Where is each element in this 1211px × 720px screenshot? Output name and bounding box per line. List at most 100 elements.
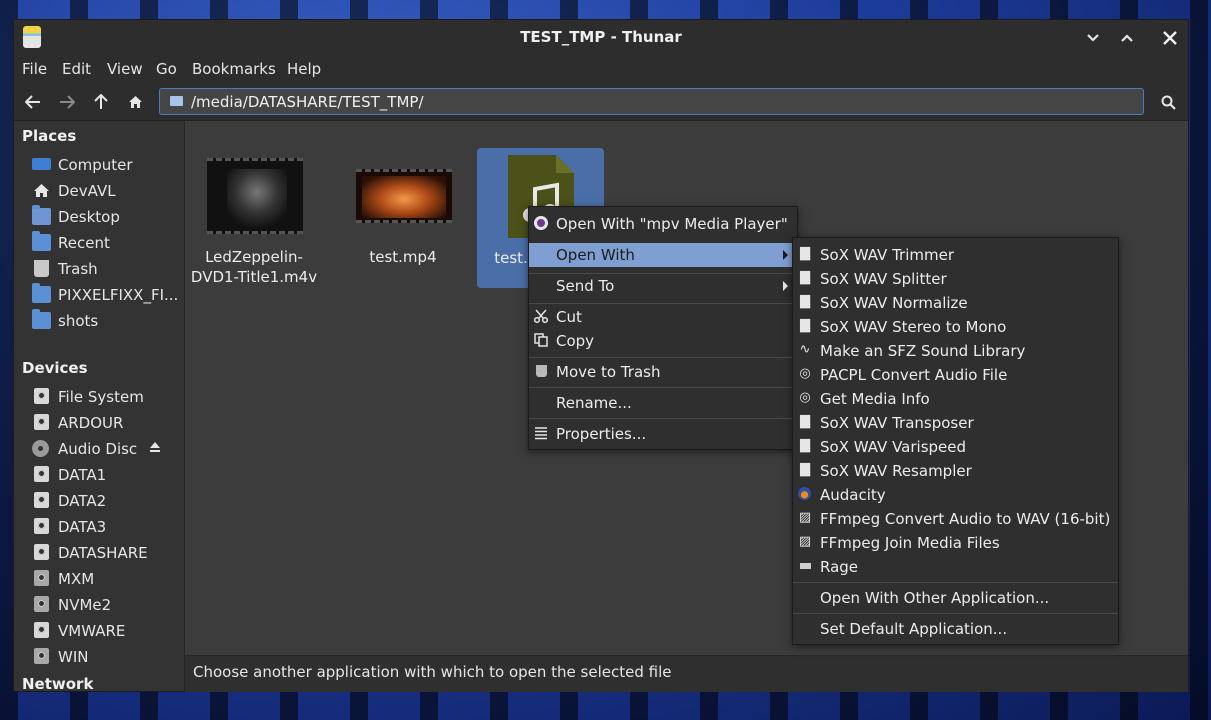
sox-icon: ▇ bbox=[800, 318, 810, 333]
menu-item-open-with-other[interactable]: Open With Other Application... bbox=[793, 586, 1118, 610]
menu-item-sox-wav-normalize[interactable]: ▇ SoX WAV Normalize bbox=[793, 291, 1118, 315]
menu-item-label: Make an SFZ Sound Library bbox=[820, 342, 1026, 360]
menu-item-sox-wav-varispeed[interactable]: ▇ SoX WAV Varispeed bbox=[793, 435, 1118, 459]
menu-item-cut[interactable]: Cut bbox=[529, 305, 797, 329]
sidebar-item-file-system[interactable]: File System bbox=[32, 385, 182, 409]
sidebar-item-data1[interactable]: DATA1 bbox=[32, 463, 182, 487]
folder-icon bbox=[32, 309, 51, 329]
drive-icon bbox=[34, 596, 49, 612]
menu-item-sox-wav-transposer[interactable]: ▇ SoX WAV Transposer bbox=[793, 411, 1118, 435]
sidebar-item-audio-disc[interactable]: Audio Disc bbox=[32, 437, 182, 461]
menu-file[interactable]: File bbox=[22, 60, 47, 78]
close-button[interactable] bbox=[1158, 26, 1182, 50]
menu-item-label: Open With bbox=[556, 246, 635, 264]
menu-item-label: Get Media Info bbox=[820, 390, 930, 408]
trash-icon bbox=[34, 260, 49, 277]
menu-item-audacity[interactable]: Audacity bbox=[793, 483, 1118, 507]
menu-item-label: Properties... bbox=[556, 425, 647, 443]
menu-item-label: SoX WAV Resampler bbox=[820, 462, 972, 480]
menu-item-ffmpeg-join[interactable]: ▨ FFmpeg Join Media Files bbox=[793, 531, 1118, 555]
home-button[interactable] bbox=[124, 91, 146, 113]
sidebar: Places Computer DevAVL Desktop Recent Tr… bbox=[14, 121, 185, 691]
menu-item-open-with[interactable]: Open With bbox=[529, 243, 797, 267]
eject-icon[interactable] bbox=[149, 441, 161, 454]
minimize-button[interactable] bbox=[1081, 26, 1105, 50]
sidebar-item-label: Recent bbox=[58, 234, 110, 252]
menu-item-pacpl[interactable]: ◎ PACPL Convert Audio File bbox=[793, 363, 1118, 387]
sidebar-item-pixxelfixx[interactable]: PIXXELFIXX_FI... bbox=[32, 283, 182, 307]
menu-item-make-sfz[interactable]: ∿ Make an SFZ Sound Library bbox=[793, 339, 1118, 363]
forward-button[interactable] bbox=[56, 91, 78, 113]
menu-item-get-media-info[interactable]: ◎ Get Media Info bbox=[793, 387, 1118, 411]
status-bar: Choose another application with which to… bbox=[185, 655, 1188, 692]
menu-item-rename[interactable]: Rename... bbox=[529, 391, 797, 415]
search-button[interactable] bbox=[1157, 91, 1179, 113]
menu-item-send-to[interactable]: Send To bbox=[529, 274, 797, 298]
sidebar-item-data3[interactable]: DATA3 bbox=[32, 515, 182, 539]
close-icon bbox=[1163, 31, 1177, 45]
sidebar-item-label: WIN bbox=[58, 648, 89, 666]
separator bbox=[793, 582, 1118, 583]
sidebar-item-label: DATA3 bbox=[58, 518, 107, 536]
menu-bar: File Edit View Go Bookmarks Help bbox=[14, 56, 1188, 84]
menu-edit[interactable]: Edit bbox=[62, 60, 91, 78]
folder-icon bbox=[170, 96, 183, 106]
sidebar-item-recent[interactable]: Recent bbox=[32, 231, 182, 255]
menu-item-label: SoX WAV Trimmer bbox=[820, 246, 954, 264]
sidebar-item-label: NVMe2 bbox=[58, 596, 112, 614]
home-icon bbox=[128, 96, 142, 108]
sidebar-item-data2[interactable]: DATA2 bbox=[32, 489, 182, 513]
mpv-icon bbox=[534, 216, 548, 230]
submenu-arrow-icon bbox=[783, 250, 788, 260]
sidebar-item-shots[interactable]: shots bbox=[32, 309, 182, 333]
back-button[interactable] bbox=[22, 91, 44, 113]
arrow-up-icon bbox=[94, 94, 108, 109]
menu-item-open-with-mpv[interactable]: Open With "mpv Media Player" bbox=[529, 212, 797, 236]
up-button[interactable] bbox=[90, 91, 112, 113]
sidebar-item-win[interactable]: WIN bbox=[32, 645, 182, 669]
menu-view[interactable]: View bbox=[107, 60, 143, 78]
menu-item-sox-wav-resampler[interactable]: ▇ SoX WAV Resampler bbox=[793, 459, 1118, 483]
location-bar[interactable]: /media/DATASHARE/TEST_TMP/ bbox=[159, 88, 1144, 115]
menu-go[interactable]: Go bbox=[156, 60, 177, 78]
sidebar-item-vmware[interactable]: VMWARE bbox=[32, 619, 182, 643]
menu-item-rage[interactable]: Rage bbox=[793, 555, 1118, 579]
menu-item-sox-wav-stereo-to-mono[interactable]: ▇ SoX WAV Stereo to Mono bbox=[793, 315, 1118, 339]
sidebar-item-devavl[interactable]: DevAVL bbox=[32, 179, 182, 203]
devices-heading: Devices bbox=[22, 359, 88, 377]
sidebar-item-nvme2[interactable]: NVMe2 bbox=[32, 593, 182, 617]
menu-bookmarks[interactable]: Bookmarks bbox=[192, 60, 276, 78]
sidebar-item-desktop[interactable]: Desktop bbox=[32, 205, 182, 229]
separator bbox=[793, 613, 1118, 614]
menu-item-label: SoX WAV Transposer bbox=[820, 414, 974, 432]
drive-icon bbox=[34, 570, 49, 586]
menu-item-properties[interactable]: Properties... bbox=[529, 422, 797, 446]
video-thumbnail bbox=[207, 158, 303, 234]
menu-help[interactable]: Help bbox=[287, 60, 321, 78]
mediainfo-icon: ◎ bbox=[799, 390, 811, 405]
menu-item-copy[interactable]: Copy bbox=[529, 329, 797, 353]
file-item[interactable]: LedZeppelin- DVD1-Title1.m4v bbox=[190, 151, 318, 291]
sidebar-item-datashare[interactable]: DATASHARE bbox=[32, 541, 182, 565]
sidebar-item-label: shots bbox=[58, 312, 99, 330]
separator bbox=[529, 357, 797, 358]
file-item[interactable]: test.mp4 bbox=[339, 151, 467, 291]
ffmpeg-icon: ▨ bbox=[798, 510, 812, 525]
menu-item-sox-wav-trimmer[interactable]: ▇ SoX WAV Trimmer bbox=[793, 243, 1118, 267]
sidebar-item-trash[interactable]: Trash bbox=[32, 257, 182, 281]
menu-item-move-to-trash[interactable]: Move to Trash bbox=[529, 360, 797, 384]
sidebar-item-ardour[interactable]: ARDOUR bbox=[32, 411, 182, 435]
sidebar-item-label: Desktop bbox=[58, 208, 120, 226]
sidebar-item-label: DATA1 bbox=[58, 466, 107, 484]
maximize-button[interactable] bbox=[1115, 26, 1139, 50]
sidebar-item-label: Trash bbox=[58, 260, 98, 278]
window-title: TEST_TMP - Thunar bbox=[520, 28, 682, 46]
menu-item-sox-wav-splitter[interactable]: ▇ SoX WAV Splitter bbox=[793, 267, 1118, 291]
arrow-left-icon bbox=[25, 95, 40, 109]
menu-item-ffmpeg-convert[interactable]: ▨ FFmpeg Convert Audio to WAV (16-bit) bbox=[793, 507, 1118, 531]
drive-icon bbox=[34, 544, 49, 560]
sidebar-item-mxm[interactable]: MXM bbox=[32, 567, 182, 591]
separator bbox=[529, 387, 797, 388]
menu-item-set-default[interactable]: Set Default Application... bbox=[793, 617, 1118, 641]
sidebar-item-computer[interactable]: Computer bbox=[32, 153, 182, 177]
